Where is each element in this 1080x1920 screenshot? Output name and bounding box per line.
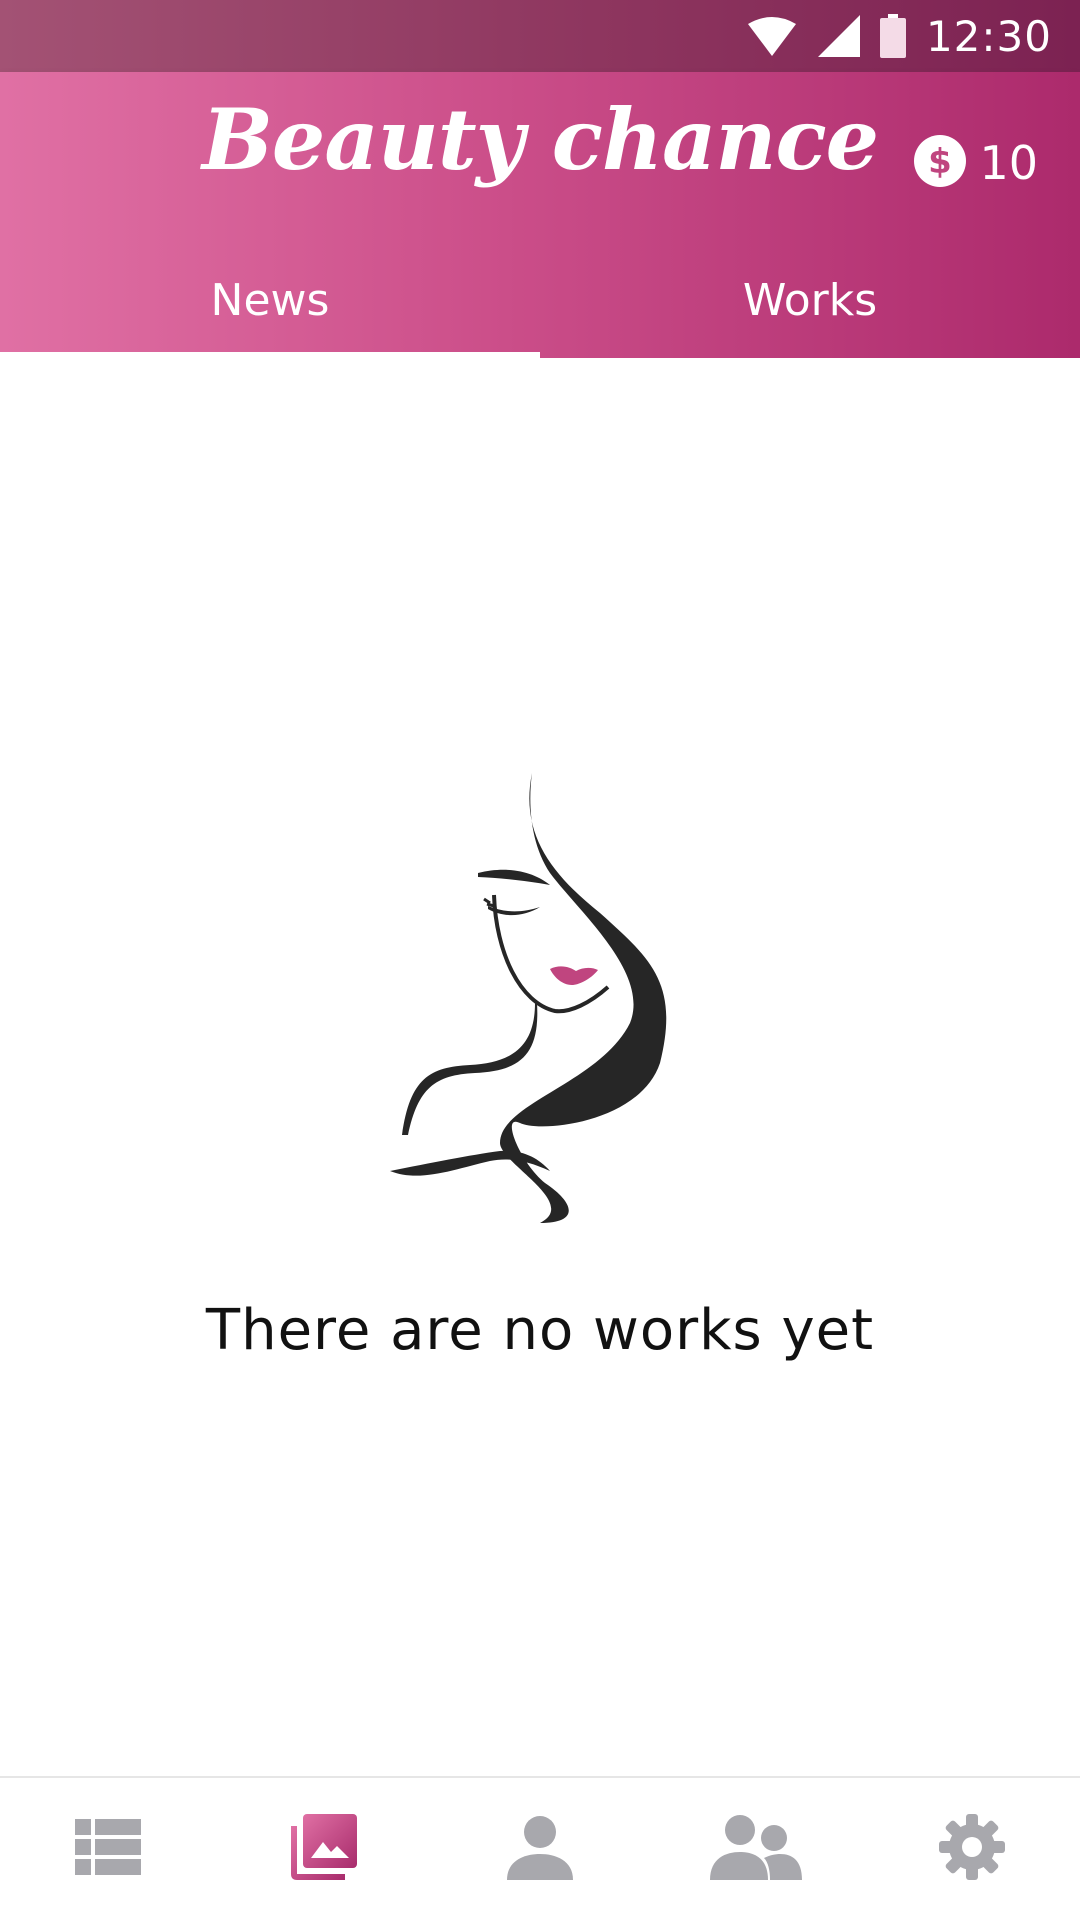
wifi-icon — [746, 16, 798, 56]
tab-news[interactable]: News — [0, 242, 540, 358]
person-icon — [507, 1814, 573, 1884]
empty-state-message: There are no works yet — [205, 1298, 875, 1363]
works-content: There are no works yet — [0, 358, 1080, 1776]
bottom-navigation — [0, 1776, 1080, 1920]
status-bar: 12:30 — [0, 0, 1080, 72]
settings-gear-icon — [939, 1814, 1005, 1884]
woman-face-illustration — [350, 763, 730, 1223]
dollar-coin-icon: $ — [913, 134, 967, 192]
app-bar: Beauty chance $ 10 — [0, 72, 1080, 242]
nav-item-photo-library[interactable] — [216, 1778, 432, 1920]
nav-item-list[interactable] — [0, 1778, 216, 1920]
list-icon — [75, 1819, 141, 1879]
coin-balance[interactable]: $ 10 — [913, 134, 1038, 192]
battery-icon — [879, 14, 906, 58]
tab-works[interactable]: Works — [540, 242, 1080, 358]
coin-count: 10 — [979, 136, 1038, 190]
nav-item-settings[interactable] — [864, 1778, 1080, 1920]
people-icon — [710, 1814, 802, 1884]
cellular-signal-icon — [817, 15, 860, 57]
svg-text:$: $ — [929, 142, 953, 182]
photo-library-icon — [291, 1814, 357, 1884]
tab-bar: News Works — [0, 242, 1080, 358]
nav-item-people[interactable] — [648, 1778, 864, 1920]
status-time: 12:30 — [925, 11, 1052, 61]
nav-item-profile[interactable] — [432, 1778, 648, 1920]
